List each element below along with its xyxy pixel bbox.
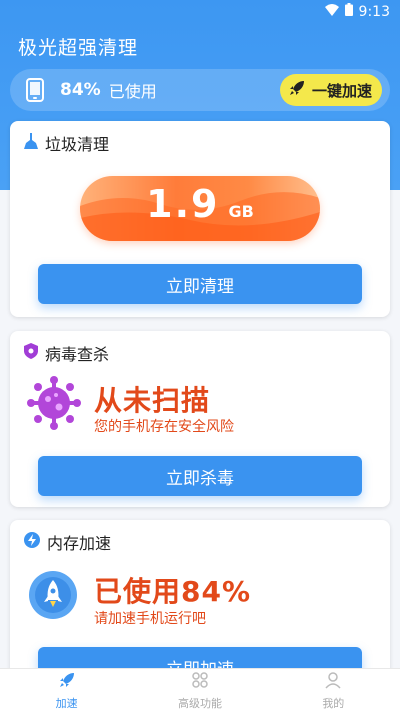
memory-status: 已使用84% — [94, 575, 252, 608]
kill-virus-button[interactable]: 立即杀毒 — [38, 456, 362, 496]
nav-label: 我的 — [322, 696, 345, 710]
wifi-icon — [324, 3, 339, 20]
junk-size-unit: GB — [228, 202, 254, 221]
status-time: 9:13 — [358, 3, 390, 20]
virus-status: 从未扫描 — [94, 384, 211, 417]
usage-label: 已使用 — [108, 82, 157, 101]
usage-percent: 84% — [60, 80, 101, 100]
battery-icon — [344, 3, 353, 20]
clean-now-button[interactable]: 立即清理 — [38, 264, 362, 304]
nav-mine[interactable]: 我的 — [267, 669, 400, 712]
shield-icon — [24, 343, 38, 363]
broom-icon — [24, 133, 38, 153]
nav-label: 高级功能 — [177, 696, 222, 710]
rocket-icon — [58, 671, 76, 692]
user-icon — [324, 671, 342, 692]
virus-card-title: 病毒查杀 — [45, 345, 110, 364]
memory-boost-card: 内存加速 已使用84% 请加速手机运行吧 立即加速 — [10, 520, 390, 687]
virus-scan-card: 病毒查杀 从未扫描 您的手机存在安全风险 立即杀毒 — [10, 331, 390, 507]
virus-icon — [26, 375, 82, 435]
junk-size-gauge: 1.9 GB — [80, 176, 320, 241]
phone-storage-icon — [22, 77, 48, 103]
nav-label: 加速 — [55, 696, 78, 710]
nav-advanced[interactable]: 高级功能 — [133, 669, 266, 712]
grid-icon — [191, 671, 209, 692]
status-bar: 9:13 — [0, 0, 400, 24]
virus-risk-text: 您的手机存在安全风险 — [94, 419, 234, 435]
junk-size-value: 1.9 — [146, 182, 220, 226]
app-title: 极光超强清理 — [18, 37, 139, 59]
one-key-boost-button[interactable]: 一键加速 — [279, 74, 382, 106]
junk-clean-card: 垃圾清理 1.9 GB 立即清理 — [10, 121, 390, 317]
junk-card-title: 垃圾清理 — [45, 135, 110, 154]
memory-hint-text: 请加速手机运行吧 — [94, 611, 206, 627]
boost-label: 一键加速 — [311, 81, 372, 100]
memory-card-title: 内存加速 — [47, 534, 112, 553]
nav-boost[interactable]: 加速 — [0, 669, 133, 712]
bottom-nav: 加速 高级功能 我的 — [0, 668, 400, 712]
usage-pill: 84% 已使用 一键加速 — [10, 69, 390, 111]
lightning-icon — [24, 532, 40, 552]
rocket-icon — [288, 79, 306, 101]
rocket-badge-icon — [28, 570, 78, 624]
